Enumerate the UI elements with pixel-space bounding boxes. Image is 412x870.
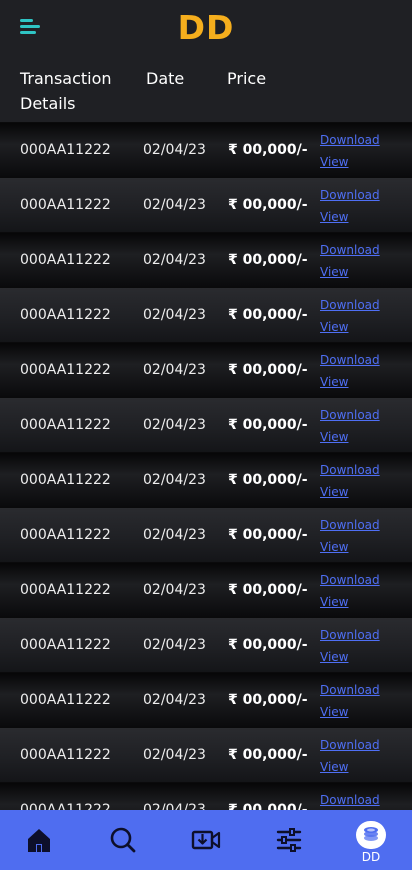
download-link[interactable]: Download — [320, 572, 380, 588]
transaction-id: 000AA11222 — [20, 527, 111, 543]
table-header: Transaction Details Date Price — [0, 55, 412, 122]
transaction-price: ₹ 00,000/- — [228, 692, 308, 708]
transaction-price: ₹ 00,000/- — [228, 417, 308, 433]
nav-dd-button[interactable]: DD — [341, 810, 401, 870]
transaction-id: 000AA11222 — [20, 197, 111, 213]
transaction-date: 02/04/23 — [143, 637, 206, 653]
table-row: 000AA1122202/04/23₹ 00,000/-DownloadView — [0, 782, 412, 810]
download-link[interactable]: Download — [320, 407, 380, 423]
nav-search-button[interactable] — [93, 810, 153, 870]
sliders-icon — [276, 828, 302, 852]
transaction-date: 02/04/23 — [143, 802, 206, 810]
nav-filter-button[interactable] — [259, 810, 319, 870]
column-header-date: Date — [146, 69, 185, 88]
view-link[interactable]: View — [320, 429, 348, 445]
coin-stack-icon — [356, 820, 386, 849]
transaction-date: 02/04/23 — [143, 582, 206, 598]
table-row: 000AA11222 02/04/23 ₹ 00,000/- Download View — [0, 342, 412, 397]
download-link[interactable]: Download — [320, 682, 380, 698]
table-row: 000AA11222 02/04/23 ₹ 00,000/- Download View — [0, 397, 412, 452]
table-row: 000AA11222 02/04/23 ₹ 00,000/- Download View — [0, 507, 412, 562]
nav-dd-label: DD — [361, 849, 381, 864]
table-row: 000AA11222 02/04/23 ₹ 00,000/- Download View — [0, 617, 412, 672]
transaction-id: 000AA11222 — [20, 307, 111, 323]
view-link[interactable]: View — [320, 264, 348, 280]
table-row: 000AA11222 02/04/23 ₹ 00,000/- Download View — [0, 122, 412, 177]
transaction-id: 000AA11222 — [20, 637, 111, 653]
bottom-navigation: DD — [0, 810, 412, 870]
transaction-price: ₹ 00,000/- — [228, 362, 308, 378]
view-link[interactable]: View — [320, 154, 348, 170]
transaction-date: 02/04/23 — [143, 417, 206, 433]
transaction-price: ₹ 00,000/- — [228, 527, 308, 543]
transaction-date: 02/04/23 — [143, 197, 206, 213]
view-link[interactable]: View — [320, 539, 348, 555]
transaction-price: ₹ 00,000/- — [228, 582, 308, 598]
view-link[interactable]: View — [320, 759, 348, 775]
search-icon — [110, 827, 136, 853]
transaction-price: ₹ 00,000/- — [228, 747, 308, 763]
transaction-date: 02/04/23 — [143, 747, 206, 763]
download-link[interactable]: Download — [320, 297, 380, 313]
transaction-date: 02/04/23 — [143, 142, 206, 158]
transaction-date: 02/04/23 — [143, 692, 206, 708]
download-link[interactable]: Download — [320, 352, 380, 368]
transaction-id: 000AA11222 — [20, 472, 111, 488]
view-link[interactable]: View — [320, 209, 348, 225]
column-header-transaction-details: Transaction Details — [20, 69, 112, 113]
table-row: 000AA11222 02/04/23 ₹ 00,000/- Download View — [0, 452, 412, 507]
table-row: 000AA11222 02/04/23 ₹ 00,000/- Download View — [0, 727, 412, 782]
transaction-id: 000AA11222 — [20, 252, 111, 268]
table-row: 000AA11222 02/04/23 ₹ 00,000/- Download View — [0, 672, 412, 727]
view-link[interactable]: View — [320, 484, 348, 500]
transaction-date: 02/04/23 — [143, 362, 206, 378]
table-row: 000AA11222 02/04/23 ₹ 00,000/- Download View — [0, 287, 412, 342]
transaction-id: 000AA11222 — [20, 692, 111, 708]
transaction-price: ₹ 00,000/- — [228, 197, 308, 213]
download-link[interactable]: Download — [320, 462, 380, 478]
transaction-id: 000AA11222 — [20, 747, 111, 763]
transaction-price: ₹ 00,000/- — [228, 142, 308, 158]
transaction-date: 02/04/23 — [143, 472, 206, 488]
transaction-id: 000AA11222 — [20, 362, 111, 378]
app-logo[interactable]: DD — [178, 11, 235, 44]
table-row: 000AA11222 02/04/23 ₹ 00,000/- Download View — [0, 232, 412, 287]
transaction-id: 000AA11222 — [20, 582, 111, 598]
download-link[interactable]: Download — [320, 792, 380, 808]
view-link[interactable]: View — [320, 319, 348, 335]
table-row: 000AA11222 02/04/23 ₹ 00,000/- Download View — [0, 562, 412, 617]
transaction-price: ₹ 00,000/- — [228, 307, 308, 323]
download-link[interactable]: Download — [320, 242, 380, 258]
transaction-id: 000AA11222 — [20, 802, 111, 810]
app-header: DD — [0, 0, 412, 55]
view-link[interactable]: View — [320, 704, 348, 720]
transaction-id: 000AA11222 — [20, 142, 111, 158]
nav-home-button[interactable] — [9, 810, 69, 870]
download-link[interactable]: Download — [320, 517, 380, 533]
transaction-date: 02/04/23 — [143, 307, 206, 323]
transaction-date: 02/04/23 — [143, 252, 206, 268]
transaction-list[interactable]: 000AA11222 02/04/23 ₹ 00,000/- Download View… — [0, 122, 412, 810]
nav-video-download-button[interactable] — [176, 810, 236, 870]
transaction-price: ₹ 00,000/- — [228, 802, 308, 810]
download-link[interactable]: Download — [320, 627, 380, 643]
transaction-date: 02/04/23 — [143, 527, 206, 543]
download-link[interactable]: Download — [320, 187, 380, 203]
transaction-id: 000AA11222 — [20, 417, 111, 433]
transaction-price: ₹ 00,000/- — [228, 472, 308, 488]
transaction-price: ₹ 00,000/- — [228, 252, 308, 268]
video-download-icon — [191, 830, 221, 850]
table-row: 000AA11222 02/04/23 ₹ 00,000/- Download View — [0, 177, 412, 232]
view-link[interactable]: View — [320, 374, 348, 390]
view-link[interactable]: View — [320, 649, 348, 665]
column-header-price: Price — [227, 69, 267, 88]
view-link[interactable]: View — [320, 594, 348, 610]
download-link[interactable]: Download — [320, 132, 380, 148]
home-icon — [28, 829, 50, 852]
download-link[interactable]: Download — [320, 737, 380, 753]
hamburger-menu-icon[interactable] — [20, 19, 40, 35]
transaction-price: ₹ 00,000/- — [228, 637, 308, 653]
